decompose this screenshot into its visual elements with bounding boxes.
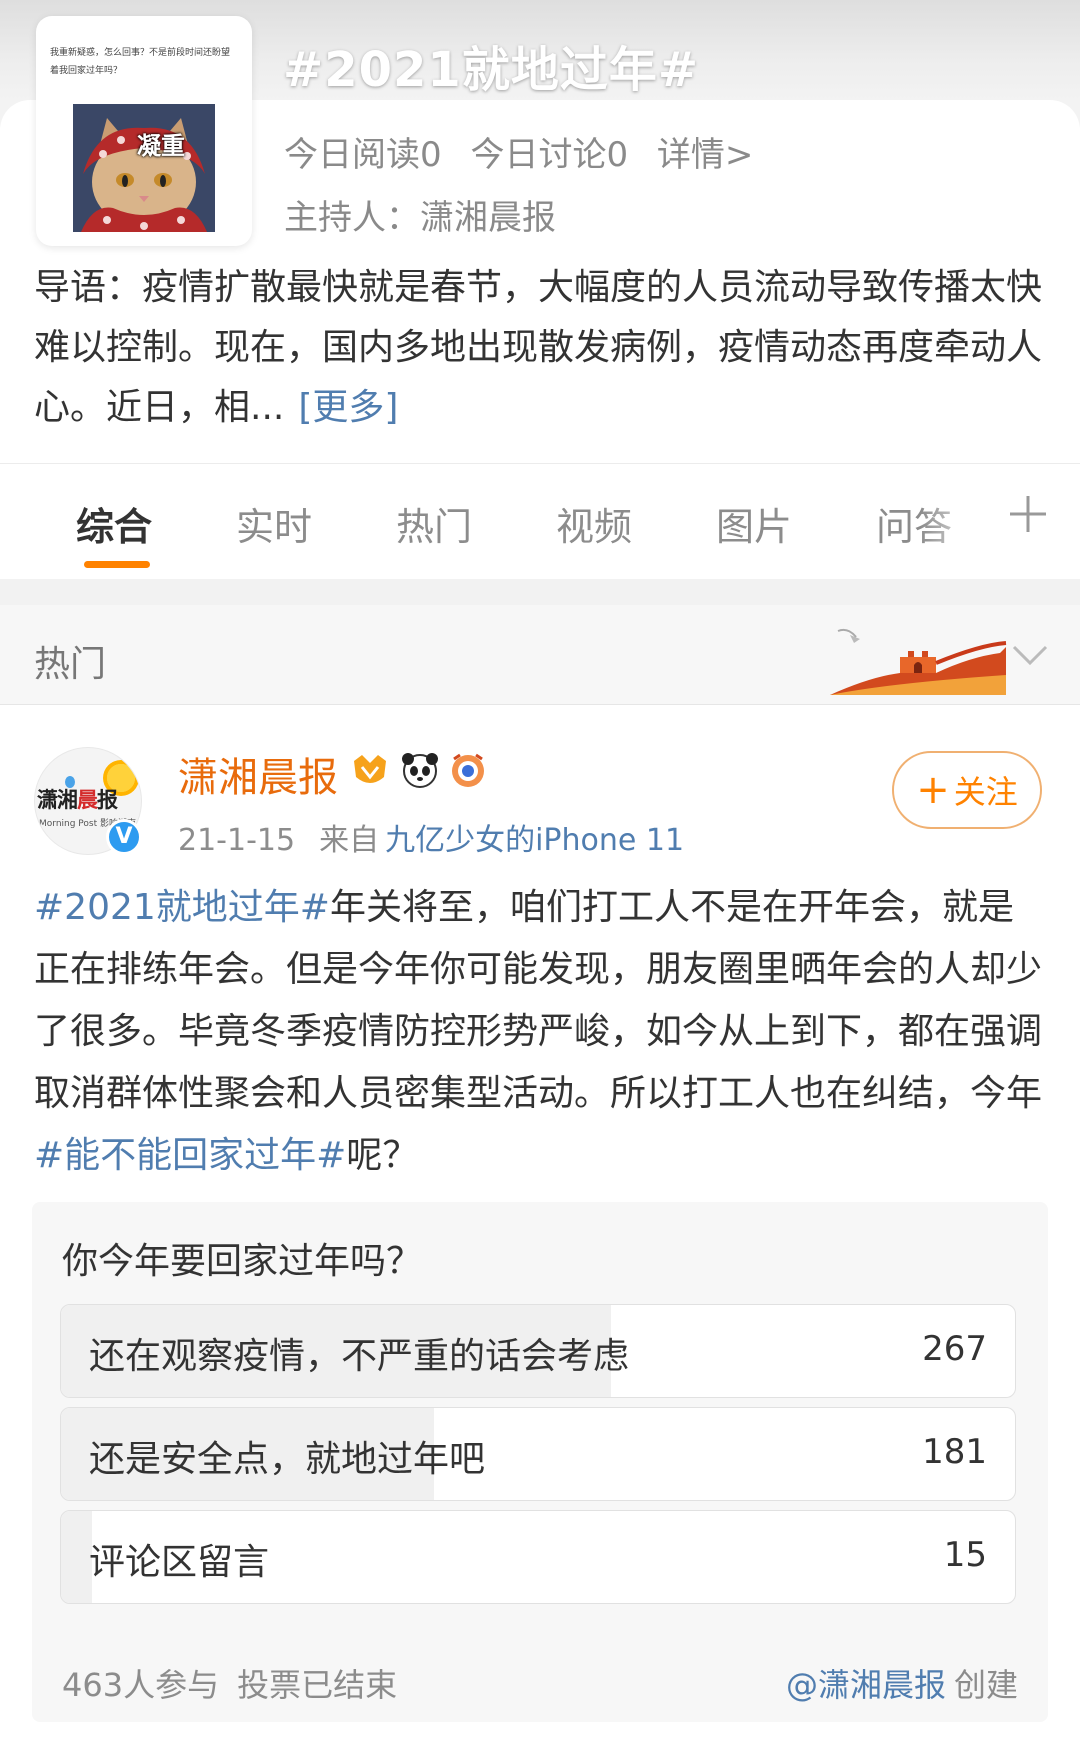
- post-meta: 21-1-15 来自 九亿少女的iPhone 11: [178, 815, 684, 859]
- poll-option[interactable]: 评论区留言 15: [60, 1510, 1016, 1604]
- post-text-part2: 呢？: [346, 1135, 419, 1176]
- topic-stats: 今日阅读0 今日讨论0 详情>: [284, 127, 771, 176]
- great-wall-decoration-icon: [830, 628, 1007, 695]
- tab-images[interactable]: 图片: [716, 496, 792, 551]
- poll-created-suffix: 创建: [953, 1666, 1018, 1704]
- poll-option-label: 还在观察疫情，不严重的话会考虑: [89, 1336, 630, 1377]
- avatar-logo-text: 潇湘晨报: [37, 788, 118, 812]
- active-tab-indicator: [84, 561, 150, 568]
- section-divider: [0, 579, 1080, 605]
- cover-badge-text: 凝重: [137, 132, 185, 160]
- poll-card: 你今年要回家过年吗？ 还在观察疫情，不严重的话会考虑 267 还是安全点，就地过…: [32, 1202, 1048, 1722]
- hashtag-go-home[interactable]: #能不能回家过年#: [34, 1135, 346, 1176]
- more-link[interactable]: [更多]: [298, 387, 398, 428]
- poll-participants: 463人参与: [62, 1666, 220, 1704]
- post-date: 21-1-15: [178, 823, 296, 858]
- today-reads: 今日阅读0: [284, 135, 442, 175]
- topic-cover-image[interactable]: 我重新疑惑，怎么回事？不是前段时间还盼望着我回家过年吗？ 凝重: [36, 16, 252, 246]
- poll-footer-creator: @潇湘晨报 创建: [786, 1660, 1018, 1706]
- post-source[interactable]: 九亿少女的iPhone 11: [385, 823, 684, 858]
- hot-section-header[interactable]: 热门: [0, 605, 1080, 705]
- poll-option-fill: [61, 1511, 92, 1603]
- cat-illustration: [73, 104, 215, 232]
- topic-header: 我重新疑惑，怎么回事？不是前段时间还盼望着我回家过年吗？ 凝重 #2021就地过…: [0, 0, 1080, 470]
- hot-section-label: 热门: [34, 644, 107, 685]
- tab-hot[interactable]: 热门: [396, 496, 472, 551]
- poll-question: 你今年要回家过年吗？: [62, 1241, 423, 1282]
- poll-option[interactable]: 还是安全点，就地过年吧 181: [60, 1407, 1016, 1501]
- follow-button[interactable]: + 关注: [892, 751, 1042, 829]
- topic-title: #2021就地过年#: [283, 42, 700, 98]
- user-badges: [354, 753, 484, 788]
- poll-creator-link[interactable]: @潇湘晨报: [786, 1666, 946, 1704]
- chevron-down-icon[interactable]: [1008, 635, 1052, 675]
- hashtag-topic[interactable]: #2021就地过年#: [34, 887, 330, 928]
- tab-fade-overlay: [920, 484, 1000, 554]
- tab-realtime[interactable]: 实时: [236, 496, 312, 551]
- plus-icon[interactable]: [1008, 494, 1048, 534]
- post-text: #2021就地过年#年关将至，咱们打工人不是在开年会，就是正在排练年会。但是今年…: [34, 877, 1046, 1187]
- panda-badge-icon: [402, 753, 438, 788]
- tiger-badge-icon: [452, 753, 484, 787]
- vip-crown-badge-icon: [354, 755, 386, 783]
- poll-option-count: 181: [922, 1432, 987, 1472]
- details-link[interactable]: 详情>: [657, 135, 754, 175]
- poll-status: 投票已结束: [237, 1666, 398, 1704]
- cover-caption: 我重新疑惑，怎么回事？不是前段时间还盼望着我回家过年吗？: [50, 48, 231, 76]
- follow-plus-icon: +: [916, 767, 950, 813]
- tab-video[interactable]: 视频: [556, 496, 632, 551]
- verified-badge-icon: V: [106, 819, 142, 855]
- cat-meme-image: 凝重: [73, 104, 215, 232]
- poll-option-count: 267: [922, 1329, 987, 1369]
- poll-option-label: 评论区留言: [89, 1542, 270, 1583]
- topic-intro: 导语：疫情扩散最快就是春节，大幅度的人员流动导致传播太快难以控制。现在，国内多地…: [34, 258, 1044, 438]
- poll-option-count: 15: [943, 1535, 987, 1575]
- source-prefix: 来自: [319, 823, 380, 858]
- poll-footer-status: 463人参与 投票已结束: [62, 1660, 397, 1706]
- weibo-post: 潇湘晨报 Morning Post 影响湖南 V 潇湘晨报 21-1-15 来自九…: [0, 705, 1080, 1761]
- follow-label: 关注: [953, 773, 1018, 811]
- author-name[interactable]: 潇湘晨报: [178, 745, 338, 803]
- poll-option-label: 还是安全点，就地过年吧: [89, 1439, 486, 1480]
- intro-text: 导语：疫情扩散最快就是春节，大幅度的人员流动导致传播太快难以控制。现在，国内多地…: [34, 267, 1043, 428]
- tab-bar: 综合 实时 热门 视频 图片 问答: [0, 463, 1080, 579]
- poll-option[interactable]: 还在观察疫情，不严重的话会考虑 267: [60, 1304, 1016, 1398]
- today-discussions: 今日讨论0: [470, 135, 629, 175]
- topic-host[interactable]: 主持人：潇湘晨报: [284, 190, 556, 239]
- tab-comprehensive[interactable]: 综合: [76, 496, 152, 551]
